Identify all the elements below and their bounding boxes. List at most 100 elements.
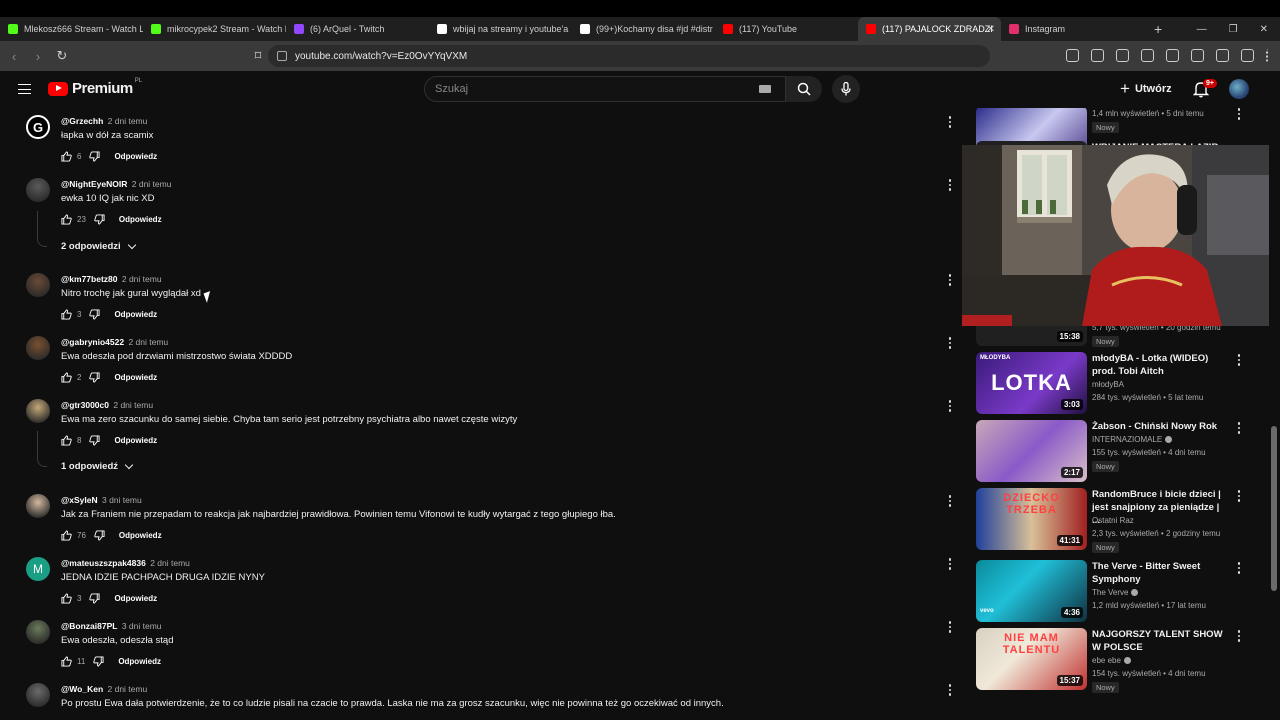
avatar[interactable] [26, 494, 50, 518]
new-tab-icon[interactable]: + [1154, 21, 1162, 37]
thumbs-down-icon[interactable] [89, 309, 100, 320]
thumbs-down-icon[interactable] [89, 372, 100, 383]
thumbs-up-icon[interactable] [61, 656, 72, 667]
related-video-item[interactable]: vevo 4:36 The Verve - Bitter Sweet Symphon… [962, 560, 1280, 624]
forward-icon[interactable]: › [28, 49, 48, 64]
thumbs-down-icon[interactable] [93, 656, 104, 667]
reply-button[interactable]: Odpowiedz [118, 657, 161, 666]
reply-button[interactable]: Odpowiedz [119, 531, 162, 540]
avatar[interactable] [26, 178, 50, 202]
comment-menu-icon[interactable] [947, 179, 953, 191]
close-tab-icon[interactable]: ✕ [987, 24, 995, 35]
reply-button[interactable]: Odpowiedz [114, 152, 157, 161]
video-thumbnail[interactable]: 2:17 [976, 420, 1087, 482]
keyboard-icon[interactable] [759, 85, 771, 93]
show-replies-button[interactable]: 2 odpowiedzi [61, 240, 136, 252]
video-thumbnail[interactable]: DZIECKO TRZEBA 41:31 [976, 488, 1087, 550]
download-icon[interactable] [1191, 49, 1204, 62]
channel-name[interactable]: młodyBA [1092, 380, 1124, 389]
browser-tab[interactable]: Mlekosz666 Stream - Watch Li [0, 17, 143, 41]
video-menu-icon[interactable] [1236, 490, 1242, 502]
video-title[interactable]: NAJGORSZY TALENT SHOW W POLSCE [1092, 628, 1227, 654]
site-info-icon[interactable] [277, 51, 287, 61]
sidebar-icon[interactable] [1141, 49, 1154, 62]
comment-author[interactable]: @NightEyeNOIR [61, 179, 127, 189]
comment-time[interactable]: 2 dni temu [128, 337, 168, 347]
show-replies-button[interactable]: 1 odpowiedź [61, 460, 134, 472]
browser-tab[interactable]: (99+)Kochamy disa #jd #distr [572, 17, 715, 41]
account-avatar[interactable] [1229, 79, 1249, 99]
comment-time[interactable]: 2 dni temu [108, 684, 148, 694]
reply-button[interactable]: Odpowiedz [114, 436, 157, 445]
comment-time[interactable]: 2 dni temu [150, 558, 190, 568]
video-menu-icon[interactable] [1236, 630, 1242, 642]
comment-menu-icon[interactable] [947, 337, 953, 349]
browser-tab[interactable]: Instagram [1001, 17, 1144, 41]
comment-menu-icon[interactable] [947, 684, 953, 696]
minimize-icon[interactable]: — [1197, 24, 1207, 35]
video-title[interactable]: młodyBA - Lotka (WIDEO) prod. Tobi Aitch [1092, 352, 1227, 378]
thumbs-down-icon[interactable] [89, 435, 100, 446]
avatar[interactable]: G [26, 115, 50, 139]
shield-icon[interactable] [1241, 49, 1254, 62]
video-menu-icon[interactable] [1236, 422, 1242, 434]
search-input[interactable]: Szukaj [424, 76, 786, 102]
page-scrollbar[interactable] [1269, 71, 1280, 720]
search-button[interactable] [786, 76, 822, 102]
back-icon[interactable]: ‹ [4, 49, 24, 64]
video-menu-icon[interactable] [1236, 354, 1242, 366]
ai-icon[interactable] [1216, 49, 1229, 62]
comment-author[interactable]: @gabrynio4522 [61, 337, 124, 347]
comment-author[interactable]: @Bonzai87PL [61, 621, 117, 631]
comment-author[interactable]: @mateuszszpak4836 [61, 558, 146, 568]
reply-button[interactable]: Odpowiedz [114, 373, 157, 382]
comment-menu-icon[interactable] [947, 558, 953, 570]
comment-menu-icon[interactable] [947, 274, 953, 286]
thumbs-up-icon[interactable] [61, 435, 72, 446]
comment-time[interactable]: 2 dni temu [122, 274, 162, 284]
avatar[interactable] [26, 273, 50, 297]
browser-tab[interactable]: mikrocypek2 Stream - Watch L [143, 17, 286, 41]
scrollbar-thumb[interactable] [1271, 426, 1277, 591]
voice-search-button[interactable] [832, 75, 860, 103]
comment-author[interactable]: @gtr3000c0 [61, 400, 109, 410]
video-title[interactable]: The Verve - Bitter Sweet Symphony [1092, 560, 1227, 586]
video-thumbnail[interactable]: NIE MAM TALENTU 15:37 [976, 628, 1087, 690]
extension-icon[interactable] [1066, 49, 1079, 62]
avatar[interactable] [26, 620, 50, 644]
comment-menu-icon[interactable] [947, 116, 953, 128]
avatar[interactable] [26, 399, 50, 423]
video-thumbnail[interactable]: vevo 4:36 [976, 560, 1087, 622]
related-video-item[interactable]: DZIECKO TRZEBA 41:31 RandomBruce i bicie d… [962, 488, 1280, 553]
channel-name[interactable]: Ostatni Raz [1092, 516, 1134, 525]
related-video-item[interactable]: NIE MAM TALENTU 15:37 NAJGORSZY TALENT SHO… [962, 628, 1280, 693]
comment-time[interactable]: 3 dni temu [122, 621, 162, 631]
comment-author[interactable]: @km77betz80 [61, 274, 117, 284]
channel-name[interactable]: ebe ebe [1092, 656, 1131, 665]
browser-tab[interactable]: (117) PAJALOCK ZDRADZI ✕ [858, 17, 1001, 41]
menu-icon[interactable] [1266, 49, 1270, 62]
close-window-icon[interactable]: ✕ [1260, 24, 1268, 35]
thumbs-down-icon[interactable] [94, 214, 105, 225]
reply-button[interactable]: Odpowiedz [114, 310, 157, 319]
comment-author[interactable]: @Grzechh [61, 116, 103, 126]
thumbs-down-icon[interactable] [89, 151, 100, 162]
comment-time[interactable]: 3 dni temu [102, 495, 142, 505]
related-video-item[interactable]: 2:17 Żabson - Chiński Nowy Rok INTERNAZIOM… [962, 420, 1280, 484]
comment-menu-icon[interactable] [947, 495, 953, 507]
avatar[interactable] [26, 336, 50, 360]
reply-button[interactable]: Odpowiedz [119, 215, 162, 224]
related-video-item[interactable]: LOTKA MŁODYBA 3:03 młodyBA - Lotka (WIDEO) … [962, 352, 1280, 416]
thumbs-up-icon[interactable] [61, 214, 72, 225]
comment-author[interactable]: @xSyIeN [61, 495, 98, 505]
thumbs-up-icon[interactable] [61, 530, 72, 541]
avatar[interactable] [26, 683, 50, 707]
thumbs-down-icon[interactable] [94, 530, 105, 541]
video-menu-icon[interactable] [1236, 562, 1242, 574]
browser-tab[interactable]: wbijaj na streamy i youtube'a [429, 17, 572, 41]
reload-icon[interactable]: ↻ [52, 48, 72, 64]
comment-menu-icon[interactable] [947, 621, 953, 633]
hamburger-menu-icon[interactable] [18, 84, 31, 94]
thumbs-up-icon[interactable] [61, 593, 72, 604]
maximize-icon[interactable]: ❐ [1229, 24, 1238, 35]
